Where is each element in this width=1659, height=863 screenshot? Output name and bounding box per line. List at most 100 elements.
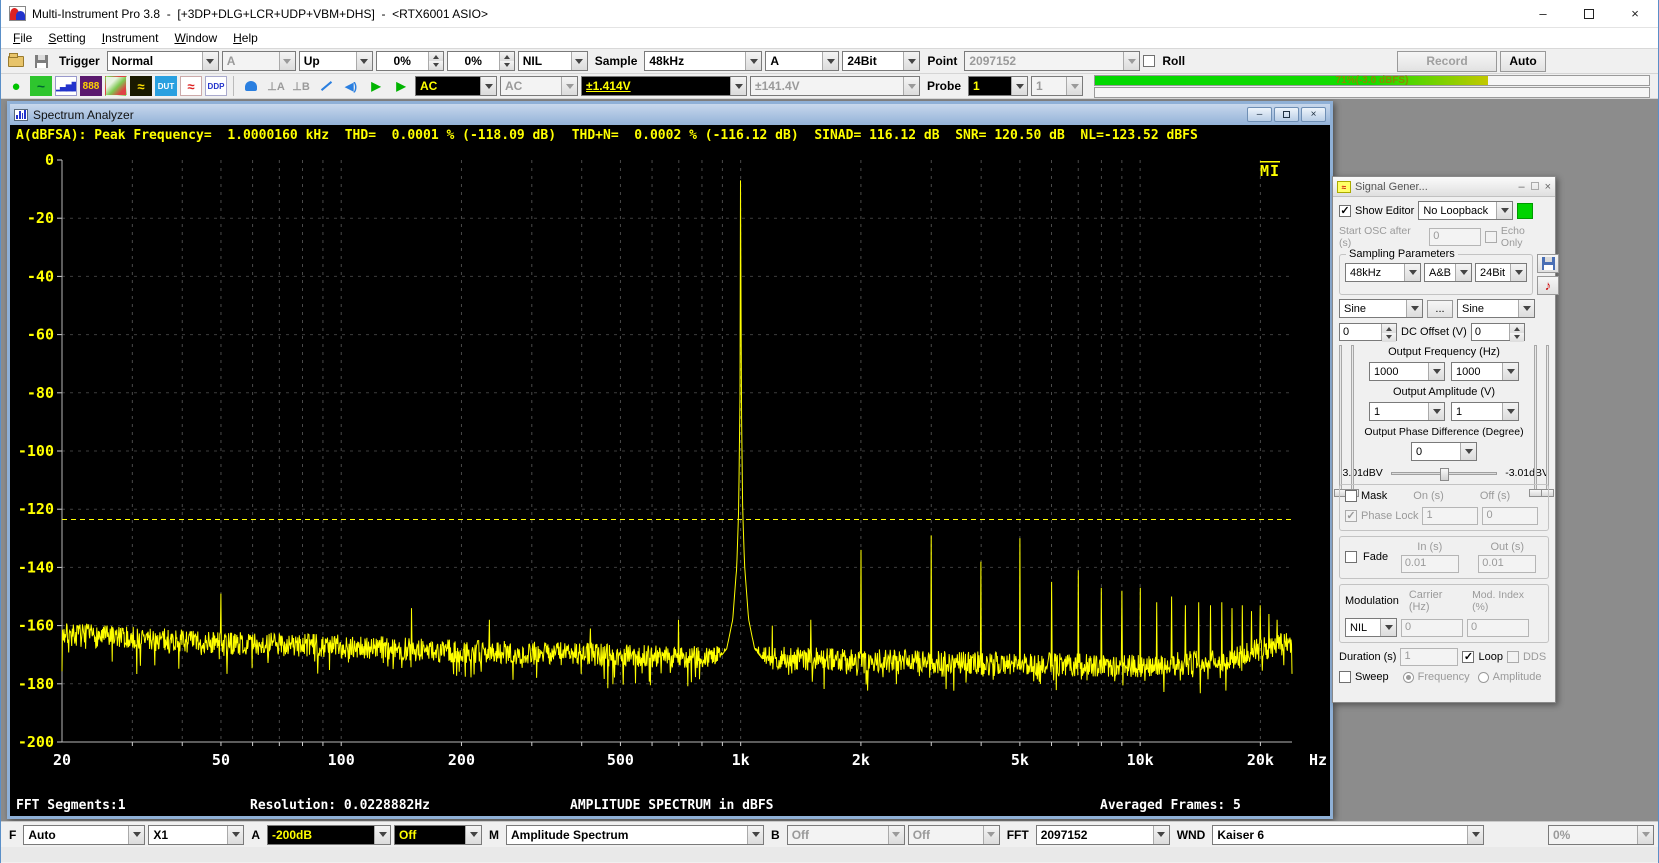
- trigger-level-stepper[interactable]: 0%: [376, 51, 444, 71]
- spectrum-plot[interactable]: 0-20-40-60-80-100-120-140-160-180-200205…: [10, 146, 1326, 796]
- trigger-edge-select[interactable]: Up: [299, 51, 373, 71]
- balance-slider[interactable]: [1391, 472, 1497, 475]
- freq-axis-select[interactable]: Auto: [23, 825, 145, 845]
- spectrum-3d-icon[interactable]: [105, 76, 127, 96]
- range-b-select: ±141.4V: [750, 76, 920, 96]
- trigger-mode-select[interactable]: Normal: [107, 51, 219, 71]
- modulation-type-select[interactable]: NIL: [1345, 618, 1397, 637]
- menu-setting[interactable]: Setting: [40, 29, 93, 47]
- frequency-b-select[interactable]: 1000: [1451, 362, 1519, 381]
- coupling-a-select[interactable]: AC: [415, 76, 497, 96]
- signal-generator-titlebar[interactable]: ≈ Signal Gener... – ×: [1333, 177, 1555, 197]
- calibration-icon[interactable]: [240, 76, 262, 96]
- menu-window[interactable]: Window: [166, 29, 225, 47]
- sample-rate-select[interactable]: 48kHz: [644, 51, 762, 71]
- show-editor-checkbox[interactable]: [1339, 205, 1351, 217]
- sound-output-icon[interactable]: ◀): [340, 76, 362, 96]
- probe-a-select[interactable]: 1: [968, 76, 1028, 96]
- a-ref-select[interactable]: Off: [394, 825, 482, 845]
- amp-slider-a1[interactable]: [1339, 345, 1342, 495]
- mask-on-field: 1: [1422, 507, 1478, 525]
- signal-generator-icon[interactable]: ≈: [130, 76, 152, 96]
- spectrum-window-titlebar[interactable]: Spectrum Analyzer – ×: [10, 104, 1330, 125]
- waveform-a-select[interactable]: Sine: [1339, 299, 1423, 318]
- amp-slider-b1[interactable]: [1534, 345, 1537, 495]
- oscilloscope-icon[interactable]: ~: [30, 76, 52, 96]
- sg-bits-select[interactable]: 24Bit: [1475, 263, 1527, 282]
- window-function-select[interactable]: Kaiser 6: [1212, 825, 1484, 845]
- run-icon[interactable]: ●: [5, 76, 27, 96]
- play-loop-icon[interactable]: ▶: [390, 76, 412, 96]
- overlap-select: 0%: [1548, 825, 1654, 845]
- fft-size-select[interactable]: 2097152: [1036, 825, 1170, 845]
- device-test-plan-icon[interactable]: DUT: [155, 76, 177, 96]
- roll-checkbox[interactable]: [1143, 55, 1155, 67]
- phase-select[interactable]: 0: [1411, 442, 1477, 461]
- multimeter-icon[interactable]: 888: [80, 76, 102, 96]
- sample-bits-select[interactable]: 24Bit: [842, 51, 920, 71]
- amplitude-a-select[interactable]: 1: [1369, 402, 1445, 421]
- mask-group: Mask On (s) Off (s) Phase Lock 1 0: [1339, 484, 1549, 531]
- open-library-icon[interactable]: ♪: [1537, 276, 1559, 295]
- fade-label: Fade: [1363, 551, 1388, 563]
- signal-generator-window: ≈ Signal Gener... – × Show Editor No Loo…: [1332, 176, 1556, 703]
- sweep-checkbox[interactable]: [1339, 671, 1351, 683]
- sample-channel-select[interactable]: A: [765, 51, 839, 71]
- range-a-select[interactable]: ±1.414V: [581, 76, 747, 96]
- spectrum-analyzer-icon[interactable]: ▁▃▅▇: [55, 76, 77, 96]
- loopback-select[interactable]: No Loopback: [1418, 201, 1513, 220]
- waveform-b-select[interactable]: Sine: [1457, 299, 1535, 318]
- menu-help[interactable]: Help: [225, 29, 266, 47]
- mask-checkbox[interactable]: [1345, 490, 1357, 502]
- spectrum-minimize-icon[interactable]: –: [1247, 107, 1272, 122]
- svg-text:0: 0: [45, 151, 54, 169]
- mode-select[interactable]: Amplitude Spectrum: [506, 825, 764, 845]
- dds-checkbox: [1507, 651, 1519, 663]
- sg-channels-select[interactable]: A&B: [1424, 263, 1472, 282]
- generator-run-button[interactable]: [1517, 203, 1533, 219]
- close-icon[interactable]: ×: [1612, 0, 1658, 27]
- trigger-delay-stepper[interactable]: 0%: [447, 51, 515, 71]
- waveform-more-button[interactable]: ...: [1427, 300, 1453, 318]
- loop-checkbox[interactable]: [1462, 651, 1474, 663]
- amplitude-b-select[interactable]: 1: [1451, 402, 1519, 421]
- dc-offset-a-stepper[interactable]: 0: [1339, 323, 1397, 341]
- spectrum-maximize-icon[interactable]: [1274, 107, 1299, 122]
- minimize-icon[interactable]: –: [1520, 0, 1566, 27]
- probe-b-select: 1: [1031, 76, 1083, 96]
- sg-rate-select[interactable]: 48kHz: [1345, 263, 1421, 282]
- trigger-hpf-select[interactable]: NIL: [518, 51, 588, 71]
- menu-file[interactable]: File: [5, 29, 40, 47]
- ddp-viewer-icon[interactable]: DDP: [205, 76, 227, 96]
- probe-cal-icon[interactable]: [315, 76, 337, 96]
- fade-checkbox[interactable]: [1345, 551, 1357, 563]
- svg-text:-180: -180: [18, 675, 54, 693]
- duration-label: Duration (s): [1339, 651, 1396, 663]
- menu-instrument[interactable]: Instrument: [94, 29, 167, 47]
- spectrum-close-icon[interactable]: ×: [1301, 107, 1326, 122]
- save-signal-icon[interactable]: [1537, 254, 1559, 273]
- zoom-select[interactable]: X1: [148, 825, 244, 845]
- auto-button[interactable]: Auto: [1500, 51, 1546, 72]
- open-file-icon[interactable]: [5, 51, 27, 71]
- save-file-icon[interactable]: [30, 51, 52, 71]
- carrier-label: Carrier (Hz): [1409, 589, 1466, 613]
- dc-offset-b-stepper[interactable]: 0: [1471, 323, 1525, 341]
- frequency-a-select[interactable]: 1000: [1369, 362, 1445, 381]
- sg-minimize-icon[interactable]: –: [1518, 181, 1524, 193]
- maximize-icon[interactable]: [1566, 0, 1612, 27]
- amp-slider-a2[interactable]: [1351, 345, 1354, 495]
- data-logger-icon[interactable]: ≈: [180, 76, 202, 96]
- svg-text:-20: -20: [27, 209, 54, 227]
- amp-slider-b2[interactable]: [1546, 345, 1549, 495]
- toolbar-instruments: ● ~ ▁▃▅▇ 888 ≈ DUT ≈ DDP ⊥A ⊥B ◀) ▶ ▶ AC…: [1, 74, 1658, 99]
- sweep-amplitude-label: Amplitude: [1493, 671, 1542, 683]
- play-icon[interactable]: ▶: [365, 76, 387, 96]
- mask-off-label: Off (s): [1480, 490, 1510, 502]
- sg-close-icon[interactable]: ×: [1545, 181, 1551, 193]
- loop-label: Loop: [1478, 651, 1502, 663]
- probe-label: Probe: [923, 79, 965, 93]
- fade-out-label: Out (s): [1490, 541, 1524, 553]
- svg-text:20: 20: [53, 751, 71, 769]
- a-range-select[interactable]: -200dB: [267, 825, 391, 845]
